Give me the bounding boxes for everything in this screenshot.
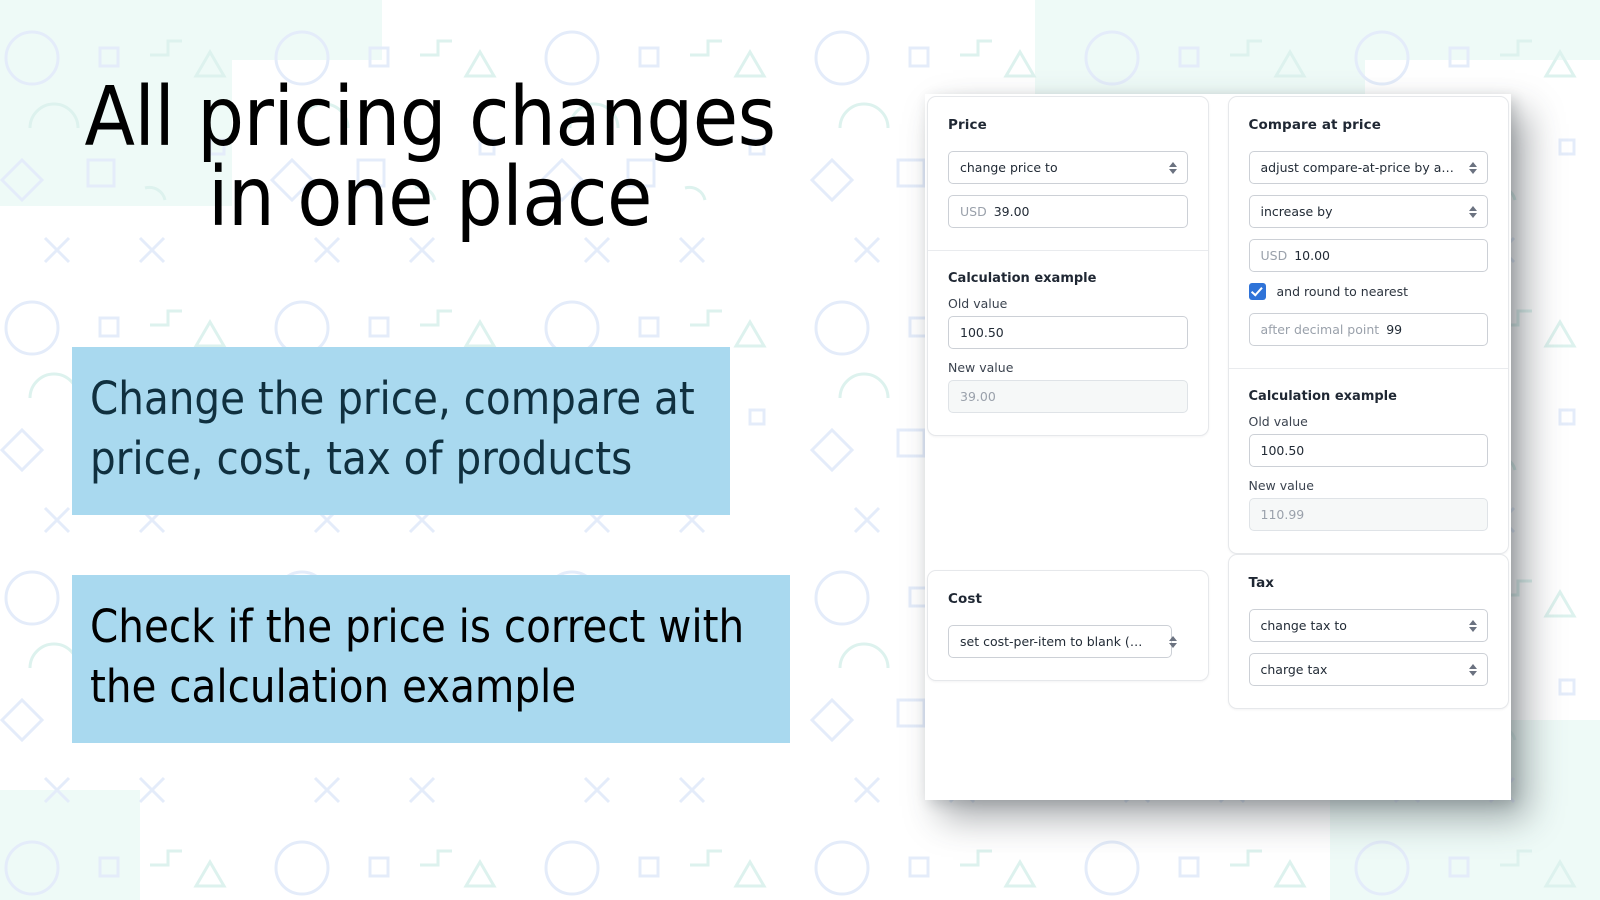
compare-direction-select-wrap: increase by [1248,195,1488,228]
compare-amount-prefix: USD [1260,248,1288,263]
price-card-main: Price change price to USD 39.00 [928,97,1208,250]
compare-calculation-title: Calculation example [1248,389,1397,404]
tax-action-select-wrap: change tax to [1248,609,1488,642]
price-calculation-section: Calculation example Old value 100.50 New… [928,250,1208,435]
price-new-value-label: New value [948,360,1014,375]
compare-amount-field[interactable]: USD 10.00 [1248,239,1488,272]
compare-old-value-label: Old value [1248,414,1308,429]
hero-highlight-1: Change the price, compare at price, cost… [72,347,730,515]
round-decimal-field[interactable]: after decimal point 99 [1248,313,1488,346]
compare-calculation-section: Calculation example Old value 100.50 New… [1228,368,1508,553]
compare-new-value: 110.99 [1260,507,1305,522]
round-to-nearest-label: and round to nearest [1276,284,1409,299]
cost-card-title: Cost [948,591,983,607]
app-left-column: Price change price to USD 39.00 Calculat… [927,96,1209,735]
compare-amount-value: 10.00 [1294,248,1331,263]
hero-column: All pricing changes in one place Change … [0,0,860,900]
cost-card-main: Cost set cost-per-item to blank (NU… [928,571,1208,680]
page-title: All pricing changes in one place [84,70,776,245]
price-action-select-wrap: change price to [948,151,1188,184]
compare-new-value-field: 110.99 [1248,498,1488,531]
price-card-title: Price [948,117,987,133]
cost-action-select-wrap: set cost-per-item to blank (NU… [948,625,1188,658]
tax-charge-select[interactable]: charge tax [1248,653,1488,686]
price-amount-prefix: USD [960,204,987,219]
tax-card-title: Tax [1248,575,1275,591]
tax-action-select[interactable]: change tax to [1248,609,1488,642]
checkbox-checked-icon[interactable] [1248,283,1266,300]
compare-old-value: 100.50 [1260,443,1305,458]
tax-card: Tax change tax to charge tax [1227,554,1509,709]
background-mint-panel [1365,0,1600,60]
price-calculation-title: Calculation example [948,271,1097,286]
compare-old-value-field[interactable]: 100.50 [1248,434,1488,467]
compare-at-price-card: Compare at price adjust compare-at-price… [1227,96,1509,554]
compare-direction-select[interactable]: increase by [1248,195,1488,228]
app-window-screenshot: Price change price to USD 39.00 Calculat… [925,94,1511,800]
app-right-bottom-gap [1228,709,1510,735]
round-to-nearest-row[interactable]: and round to nearest [1248,283,1489,300]
compare-card-title: Compare at price [1248,117,1382,133]
price-old-value: 100.50 [960,325,1004,340]
compare-action-select[interactable]: adjust compare-at-price by a… [1248,151,1488,184]
price-new-value: 39.00 [960,389,996,404]
tax-charge-select-wrap: charge tax [1248,653,1488,686]
app-right-column: Compare at price adjust compare-at-price… [1227,96,1510,735]
round-decimal-value: 99 [1386,322,1403,337]
app-left-spacer [927,436,1209,570]
hero-highlight-2: Check if the price is correct with the c… [72,575,790,743]
cost-action-select[interactable]: set cost-per-item to blank (NU… [948,625,1172,658]
price-new-value-field: 39.00 [948,380,1188,413]
compare-action-select-wrap: adjust compare-at-price by a… [1248,151,1488,184]
price-amount-value: 39.00 [993,204,1030,219]
round-decimal-prefix: after decimal point [1260,322,1380,337]
price-old-value-field[interactable]: 100.50 [948,316,1188,349]
price-amount-field[interactable]: USD 39.00 [948,195,1188,228]
app-left-bottom-gap [927,681,1209,735]
price-action-select[interactable]: change price to [948,151,1188,184]
price-card: Price change price to USD 39.00 Calculat… [927,96,1209,436]
price-old-value-label: Old value [948,296,1008,311]
tax-card-main: Tax change tax to charge tax [1229,555,1509,708]
compare-new-value-label: New value [1248,478,1314,493]
cost-card: Cost set cost-per-item to blank (NU… [927,570,1209,681]
compare-card-main: Compare at price adjust compare-at-price… [1229,97,1509,368]
